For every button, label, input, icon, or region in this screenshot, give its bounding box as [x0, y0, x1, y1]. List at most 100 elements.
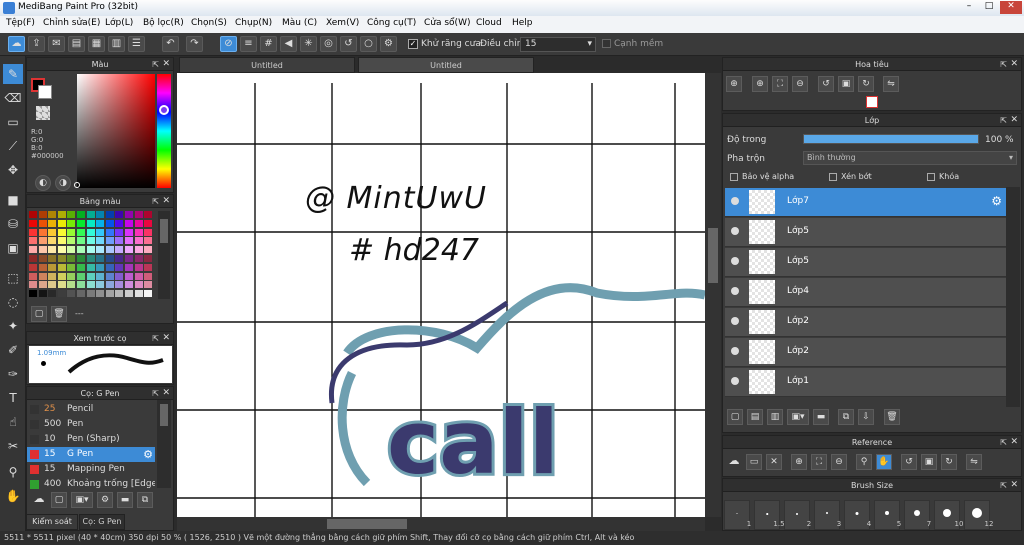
eye-icon[interactable] — [731, 317, 739, 325]
palette-swatch[interactable] — [144, 281, 153, 289]
tab-untitled-1[interactable]: Untitled — [179, 57, 355, 73]
eye-icon[interactable] — [731, 197, 739, 205]
palette-scroll-thumb[interactable] — [160, 219, 168, 243]
pin-icon[interactable]: ⇱ — [152, 58, 159, 71]
brush-size-7[interactable]: 7 — [904, 500, 931, 530]
pin-icon[interactable]: ⇱ — [1000, 436, 1007, 449]
share-icon[interactable]: ⇪ — [28, 36, 45, 52]
palette-swatch[interactable] — [105, 246, 114, 254]
palette-swatch[interactable] — [67, 237, 76, 245]
canvas[interactable]: call @ MintUwU # hd247 — [177, 73, 705, 517]
menu-snap[interactable]: Chụp(N) — [235, 18, 272, 28]
palette-swatch[interactable] — [86, 237, 95, 245]
fit-icon[interactable]: ⛶ — [811, 454, 827, 470]
eye-icon[interactable] — [731, 227, 739, 235]
palette-swatch[interactable] — [48, 211, 57, 218]
palette-swatch[interactable] — [144, 246, 153, 254]
layer-scrollbar[interactable] — [1006, 187, 1020, 407]
eyedropper-icon[interactable]: ⚲ — [3, 462, 23, 482]
menu-color[interactable]: Màu (C) — [282, 18, 317, 28]
palette-swatch[interactable] — [115, 219, 124, 227]
lasso-tool-icon[interactable]: ◌ — [3, 292, 23, 312]
palette-swatch[interactable] — [38, 228, 47, 236]
palette-swatch[interactable] — [144, 228, 153, 236]
close-button[interactable]: ✕ — [1000, 1, 1022, 14]
eyedropper-icon[interactable]: ⚲ — [856, 454, 872, 470]
saturation-value-picker[interactable] — [77, 74, 155, 188]
layer-row[interactable]: Lớp5 — [725, 218, 1006, 247]
rotate-right-icon[interactable]: ↻ — [858, 76, 874, 92]
correction-select[interactable]: 15 ▾ — [520, 37, 596, 52]
new-palette-icon[interactable]: ▢ — [31, 306, 47, 322]
palette-swatch[interactable] — [48, 219, 57, 227]
fit-icon[interactable]: ⛶ — [772, 76, 788, 92]
palette-swatch[interactable] — [144, 255, 153, 262]
palette-swatch[interactable] — [67, 246, 76, 254]
palette-swatch[interactable] — [67, 272, 76, 280]
palette-swatch[interactable] — [77, 211, 85, 218]
palette-swatch[interactable] — [144, 219, 153, 227]
palette-swatch[interactable] — [144, 237, 153, 245]
palette-swatch[interactable] — [144, 211, 153, 218]
hand-icon[interactable]: ✋ — [876, 454, 892, 470]
palette-swatch[interactable] — [77, 290, 85, 298]
magic-wand-icon[interactable]: ✦ — [3, 316, 23, 336]
rotate-reset-icon[interactable]: ▣ — [838, 76, 854, 92]
palette-swatch[interactable] — [115, 272, 124, 280]
undo-icon[interactable]: ↶ — [162, 36, 179, 52]
close-reference-icon[interactable]: ✕ — [766, 454, 782, 470]
brush-size-10[interactable]: 10 — [934, 500, 963, 530]
close-icon[interactable]: ✕ — [162, 58, 170, 71]
palette-swatch[interactable] — [96, 246, 105, 254]
palette-swatch[interactable] — [48, 272, 57, 280]
parallel-snap-icon[interactable]: ≡ — [240, 36, 257, 52]
close-icon[interactable]: ✕ — [1010, 436, 1018, 449]
palette-swatch[interactable] — [105, 237, 114, 245]
circle-icon[interactable]: ○ — [360, 36, 377, 52]
palette-swatch[interactable] — [86, 246, 95, 254]
palette-swatch[interactable] — [67, 263, 76, 271]
canvas-vscroll-thumb[interactable] — [708, 228, 718, 283]
lock-checkbox[interactable] — [927, 173, 935, 181]
palette-swatch[interactable] — [86, 263, 95, 271]
pin-icon[interactable]: ⇱ — [152, 387, 159, 400]
palette-swatch[interactable] — [57, 272, 66, 280]
palette-swatch[interactable] — [77, 255, 85, 262]
palette-swatch[interactable] — [115, 211, 124, 218]
palette-swatch[interactable] — [105, 219, 114, 227]
palette-swatch[interactable] — [86, 281, 95, 289]
palette-swatch[interactable] — [125, 211, 133, 218]
menu-layer[interactable]: Lớp(L) — [105, 18, 133, 28]
fill-rect-icon[interactable]: ■ — [3, 190, 23, 210]
operation-tool-icon[interactable]: ☝ — [3, 412, 23, 432]
divide-tool-icon[interactable]: ✂ — [3, 436, 23, 456]
palette-swatch[interactable] — [96, 237, 105, 245]
palette-swatch[interactable] — [67, 281, 76, 289]
rotate-right-icon[interactable]: ↻ — [941, 454, 957, 470]
palette-swatch[interactable] — [86, 219, 95, 227]
curve-icon[interactable]: ↺ — [340, 36, 357, 52]
hue-slider[interactable] — [157, 74, 171, 188]
palette-scrollbar[interactable] — [158, 211, 170, 299]
palette-swatch[interactable] — [105, 281, 114, 289]
palette-swatch[interactable] — [105, 272, 114, 280]
eye-icon[interactable] — [731, 287, 739, 295]
palette-swatch[interactable] — [125, 219, 133, 227]
close-icon[interactable]: ✕ — [1010, 114, 1018, 127]
palette-swatch[interactable] — [144, 263, 153, 271]
palette-swatch[interactable] — [67, 255, 76, 262]
palette-swatch[interactable] — [48, 281, 57, 289]
brush-scrollbar[interactable] — [157, 400, 171, 488]
menu-file[interactable]: Tệp(F) — [6, 18, 35, 28]
zoom-out-icon[interactable]: ⊖ — [831, 454, 847, 470]
brush-item-edge[interactable]: 400 Khoảng trống [Edge] — [27, 477, 155, 492]
zoom-in-icon[interactable]: ⊕ — [726, 76, 742, 92]
palette-swatch[interactable] — [134, 211, 143, 218]
tab-brush-control[interactable]: Kiểm soát cọ — [26, 514, 78, 540]
cloud-icon[interactable]: ☁ — [8, 36, 25, 52]
palette-swatch[interactable] — [77, 237, 85, 245]
pin-icon[interactable]: ⇱ — [1000, 58, 1007, 71]
palette-swatch[interactable] — [29, 272, 37, 280]
gradient-tool-icon[interactable]: ▣ — [3, 238, 23, 258]
rotate-left-icon[interactable]: ↺ — [818, 76, 834, 92]
